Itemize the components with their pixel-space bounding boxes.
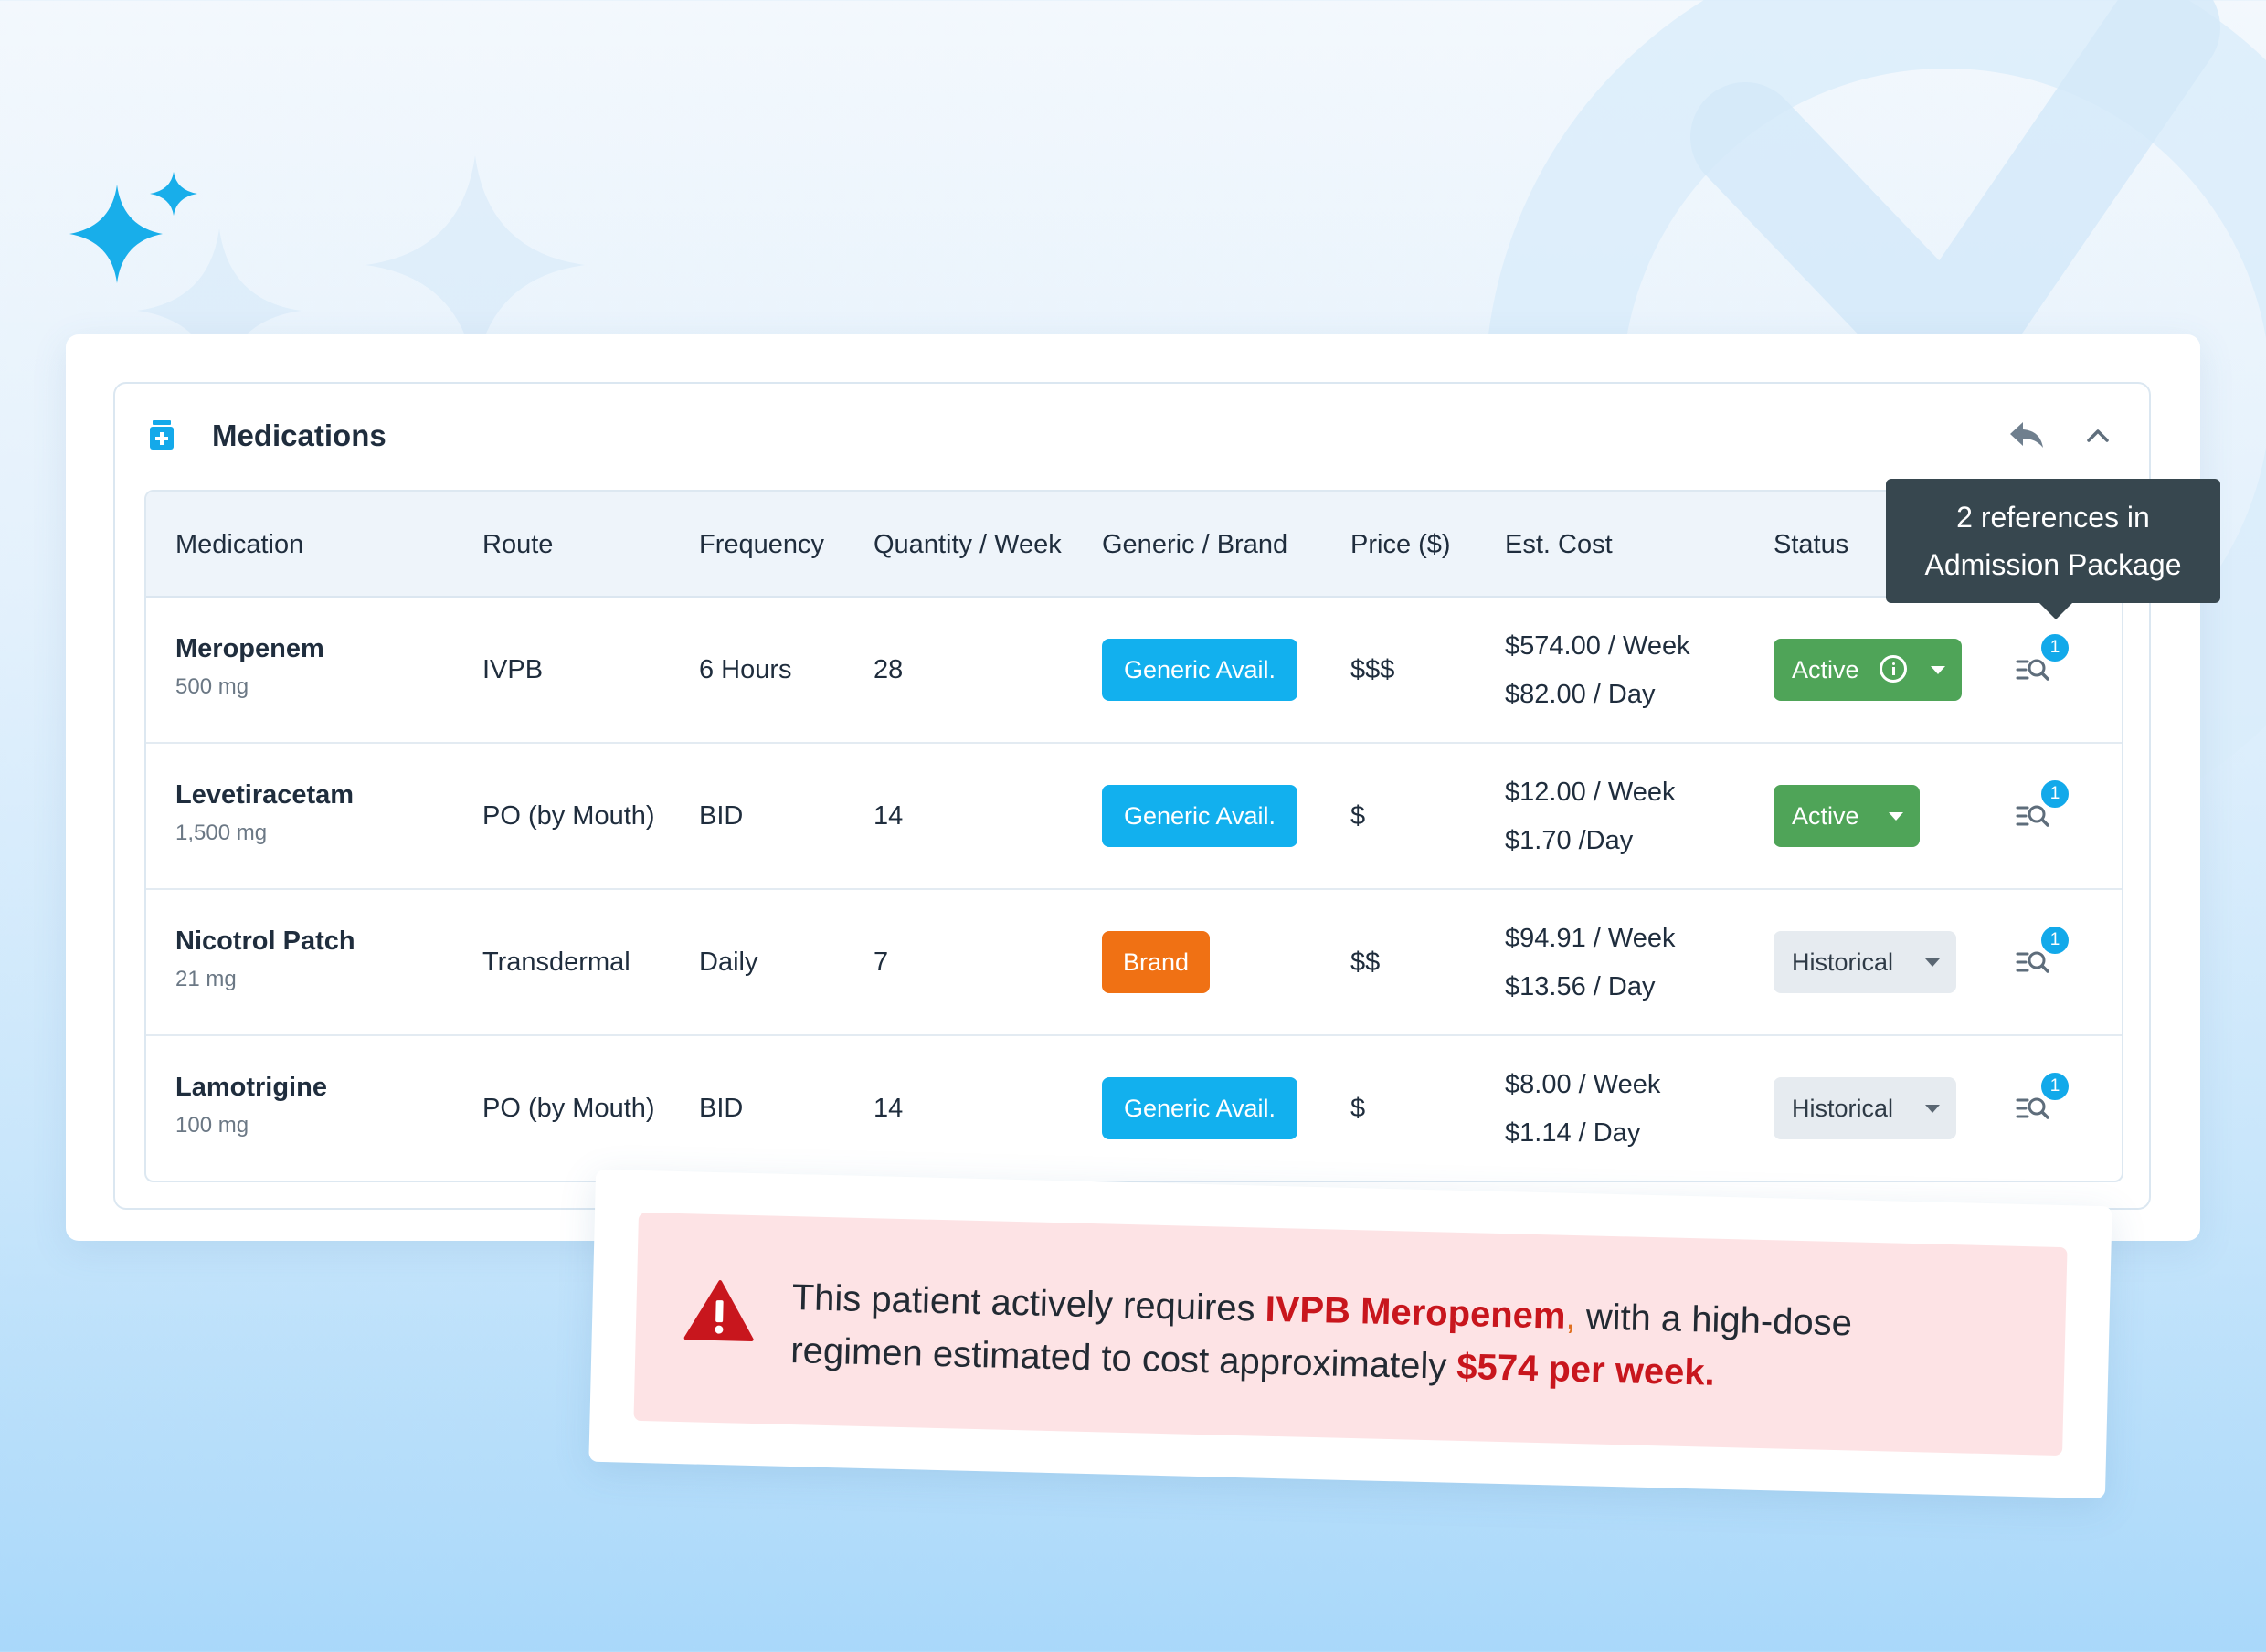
medication-dose: 100 mg [175, 1113, 249, 1138]
reply-icon[interactable] [2007, 417, 2047, 453]
cost-per-week: $574.00 / Week [1505, 631, 1690, 661]
status-label: Active [1792, 802, 1859, 830]
info-icon[interactable] [1880, 655, 1907, 683]
references-tooltip: 2 references in Admission Package [1886, 479, 2220, 620]
chevron-down-icon [1925, 958, 1940, 967]
status-dropdown[interactable]: Historical [1774, 931, 1956, 993]
table-row[interactable]: Lamotrigine 100 mg PO (by Mouth) BID 14 … [146, 1036, 2122, 1181]
sparkle-icon [69, 172, 197, 283]
quantity-cell: 7 [874, 948, 889, 977]
cost-per-week: $12.00 / Week [1505, 778, 1676, 807]
medication-name: Nicotrol Patch [175, 927, 355, 956]
medications-table: Medication Route Frequency Quantity / We… [144, 490, 2123, 1182]
status-label: Active [1792, 656, 1859, 683]
cost-per-day: $1.14 / Day [1505, 1118, 1641, 1148]
cost-per-week: $8.00 / Week [1505, 1070, 1661, 1099]
chevron-up-icon[interactable] [2080, 418, 2116, 451]
route-cell: Transdermal [482, 948, 630, 977]
status-label: Historical [1792, 948, 1894, 976]
route-cell: IVPB [482, 655, 544, 684]
medication-name: Lamotrigine [175, 1073, 327, 1102]
medication-name: Levetiracetam [175, 780, 355, 810]
cost-per-day: $13.56 / Day [1505, 972, 1656, 1001]
column-header-est-cost[interactable]: Est. Cost [1505, 530, 1613, 560]
medication-bottle-icon [150, 420, 174, 450]
reference-count-badge: 1 [2039, 925, 2070, 956]
column-header-frequency[interactable]: Frequency [699, 530, 824, 560]
price-cell: $ [1350, 801, 1366, 831]
frequency-cell: 6 Hours [699, 655, 792, 684]
price-cell: $$ [1350, 948, 1381, 977]
frequency-cell: BID [699, 801, 744, 831]
warning-triangle-icon [683, 1280, 754, 1341]
column-header-route[interactable]: Route [482, 530, 553, 560]
route-cell: PO (by Mouth) [482, 1094, 655, 1123]
status-dropdown[interactable]: Active [1774, 639, 1962, 701]
table-header: Medication Route Frequency Quantity / We… [146, 492, 2122, 598]
cost-per-week: $94.91 / Week [1505, 924, 1676, 953]
generic-available-badge[interactable]: Generic Avail. [1102, 1077, 1297, 1139]
status-label: Historical [1792, 1095, 1894, 1122]
generic-available-badge[interactable]: Generic Avail. [1102, 639, 1297, 701]
quantity-cell: 14 [874, 1094, 904, 1123]
tooltip-line-1: 2 references in [1956, 501, 2150, 534]
status-dropdown[interactable]: Historical [1774, 1077, 1956, 1139]
brand-badge[interactable]: Brand [1102, 931, 1210, 993]
cost-per-day: $1.70 /Day [1505, 826, 1634, 855]
alert-message: This patient actively requires IVPB Mero… [790, 1271, 1980, 1406]
table-row[interactable]: Meropenem 500 mg IVPB 6 Hours 28 Generic… [146, 598, 2122, 744]
quantity-cell: 14 [874, 801, 904, 831]
reference-count-badge: 1 [2039, 1071, 2070, 1102]
column-header-status[interactable]: Status [1774, 530, 1848, 560]
table-row[interactable]: Nicotrol Patch 21 mg Transdermal Daily 7… [146, 890, 2122, 1036]
frequency-cell: BID [699, 1094, 744, 1123]
cost-per-day: $82.00 / Day [1505, 680, 1656, 709]
cost-alert: This patient actively requires IVPB Mero… [633, 1212, 2068, 1456]
medication-dose: 1,500 mg [175, 821, 268, 845]
chevron-down-icon [1925, 1105, 1940, 1113]
frequency-cell: Daily [699, 948, 758, 977]
route-cell: PO (by Mouth) [482, 801, 655, 831]
alert-highlight-medication: IVPB Meropenem [1265, 1288, 1567, 1337]
tooltip-line-2: Admission Package [1924, 548, 2182, 581]
column-header-generic-brand[interactable]: Generic / Brand [1102, 530, 1287, 560]
medications-card: Medications Medication Route Frequency Q… [66, 334, 2200, 1241]
column-header-price[interactable]: Price ($) [1350, 530, 1451, 560]
price-cell: $$$ [1350, 655, 1395, 684]
medication-dose: 500 mg [175, 674, 249, 699]
chevron-down-icon [1889, 812, 1903, 821]
panel-header: Medications [115, 384, 2149, 490]
panel-title: Medications [212, 418, 386, 452]
price-cell: $ [1350, 1094, 1366, 1123]
medications-panel: Medications Medication Route Frequency Q… [113, 382, 2151, 1210]
alert-text-part-1: This patient actively requires [791, 1277, 1266, 1329]
reference-count-badge: 1 [2039, 778, 2070, 810]
chevron-down-icon [1931, 666, 1945, 674]
status-dropdown[interactable]: Active [1774, 785, 1920, 847]
medication-name: Meropenem [175, 634, 324, 663]
generic-available-badge[interactable]: Generic Avail. [1102, 785, 1297, 847]
reference-count-badge: 1 [2039, 632, 2070, 663]
table-row[interactable]: Levetiracetam 1,500 mg PO (by Mouth) BID… [146, 744, 2122, 890]
alert-card: This patient actively requires IVPB Mero… [588, 1169, 2112, 1499]
quantity-cell: 28 [874, 655, 904, 684]
column-header-quantity[interactable]: Quantity / Week [874, 530, 1062, 560]
column-header-medication[interactable]: Medication [175, 530, 303, 560]
medication-dose: 21 mg [175, 967, 237, 991]
alert-highlight-cost: $574 per week. [1456, 1346, 1716, 1393]
